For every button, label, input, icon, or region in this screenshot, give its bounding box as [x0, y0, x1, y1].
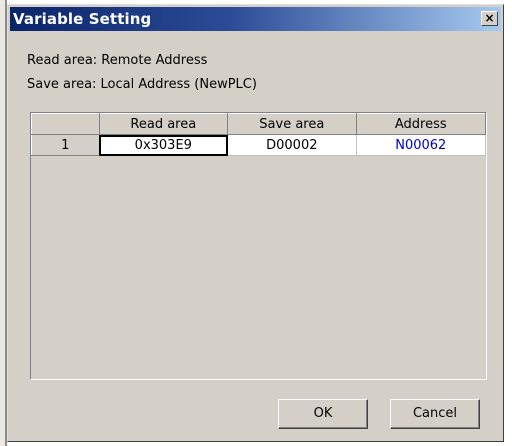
close-icon: ×	[484, 11, 495, 25]
dialog-title: Variable Setting	[13, 10, 152, 28]
column-header-save-area[interactable]: Save area	[227, 113, 357, 135]
variable-grid[interactable]: Read area Save area Address 1 0x303E9 D0…	[30, 112, 487, 380]
variable-table: Read area Save area Address 1 0x303E9 D0…	[31, 113, 487, 156]
row-number[interactable]: 1	[31, 134, 100, 156]
column-header-corner	[31, 113, 100, 135]
title-bar[interactable]: Variable Setting ×	[10, 7, 501, 31]
close-button[interactable]: ×	[481, 11, 498, 26]
ok-button[interactable]: OK	[278, 399, 368, 429]
save-area-label: Save area: Local Address (NewPLC)	[27, 77, 257, 92]
read-area-label: Read area: Remote Address	[27, 53, 208, 68]
read-area-cell[interactable]: 0x303E9	[99, 134, 229, 156]
save-area-cell[interactable]: D00002	[227, 134, 357, 156]
column-header-read-area[interactable]: Read area	[98, 113, 229, 135]
variable-setting-dialog: Variable Setting × Read area: Remote Add…	[7, 4, 504, 442]
cancel-button[interactable]: Cancel	[390, 399, 480, 429]
table-header-row: Read area Save area Address	[31, 113, 487, 135]
column-header-address[interactable]: Address	[355, 113, 487, 135]
address-cell[interactable]: N00062	[356, 134, 487, 156]
table-row[interactable]: 1 0x303E9 D00002 N00062	[31, 134, 487, 156]
